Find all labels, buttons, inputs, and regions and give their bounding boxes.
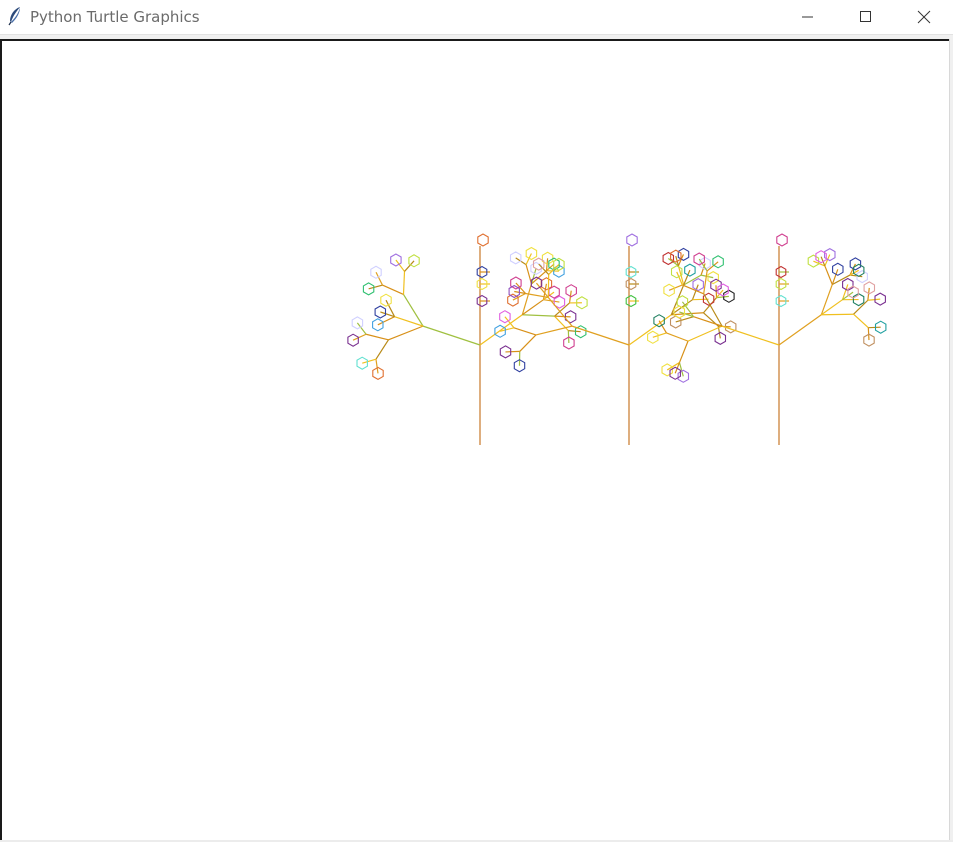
tree-branch — [375, 359, 379, 374]
tree-branch — [535, 325, 573, 336]
tree-branch — [362, 358, 377, 364]
fractal-tree-drawing — [347, 233, 887, 445]
tree-branch — [703, 270, 708, 294]
flower-shape — [647, 330, 659, 344]
flower-shape — [548, 285, 560, 299]
tree-branch — [652, 332, 667, 338]
flower-shape — [677, 247, 690, 262]
tree-branch — [821, 313, 854, 316]
turtle-window: Python Turtle Graphics — [0, 0, 953, 842]
tree-branch — [678, 340, 689, 363]
flower-shape — [374, 305, 387, 319]
tree-branch — [721, 325, 780, 346]
flower-shape — [351, 316, 364, 330]
tree-branch — [521, 299, 544, 316]
tree-branch — [568, 330, 581, 333]
flower-shape — [662, 251, 675, 266]
flower-shape — [807, 254, 820, 268]
tree-branch — [571, 325, 630, 346]
flower-shape — [372, 318, 384, 332]
tree-branch — [700, 274, 714, 279]
flower-shape — [390, 253, 402, 267]
tree-branch — [519, 334, 537, 352]
tree-branch — [368, 284, 383, 290]
tree-branch — [382, 284, 404, 296]
flower-shape — [370, 265, 382, 279]
tree-branch — [666, 332, 689, 342]
tree-branch — [513, 327, 537, 336]
tree-branch — [365, 333, 389, 341]
tree-branch — [687, 325, 723, 342]
flower-shape — [712, 255, 724, 269]
flower-shape — [356, 356, 368, 370]
tree-branch — [522, 314, 555, 317]
flower-shape — [717, 283, 729, 297]
tree-branch — [388, 325, 424, 341]
tree-branch — [479, 314, 523, 346]
tree-branch — [402, 294, 424, 327]
tree-branch — [868, 326, 881, 329]
flower-shape — [477, 233, 489, 247]
flower-shape — [626, 233, 638, 247]
flower-shape — [362, 282, 375, 296]
tree-branch — [824, 265, 833, 285]
tree-branch — [402, 271, 406, 295]
flower-shape — [776, 233, 788, 247]
tree-branch — [521, 283, 533, 315]
flower-shape — [684, 263, 696, 277]
tree-branch — [658, 320, 667, 334]
tree-branch — [505, 350, 520, 353]
tree-branch — [853, 299, 869, 315]
tree-branch — [853, 313, 869, 329]
tree-branch — [422, 325, 481, 346]
flower-shape — [499, 310, 511, 324]
tree-branch — [867, 298, 881, 301]
tree-branch — [716, 295, 729, 299]
tree-branch — [375, 339, 389, 360]
flower-shape — [692, 277, 704, 292]
tree-branch — [554, 315, 571, 318]
flower-shape — [707, 270, 719, 285]
flower-shape — [832, 262, 844, 276]
tree-branch — [778, 314, 822, 346]
flower-shape — [663, 283, 675, 297]
